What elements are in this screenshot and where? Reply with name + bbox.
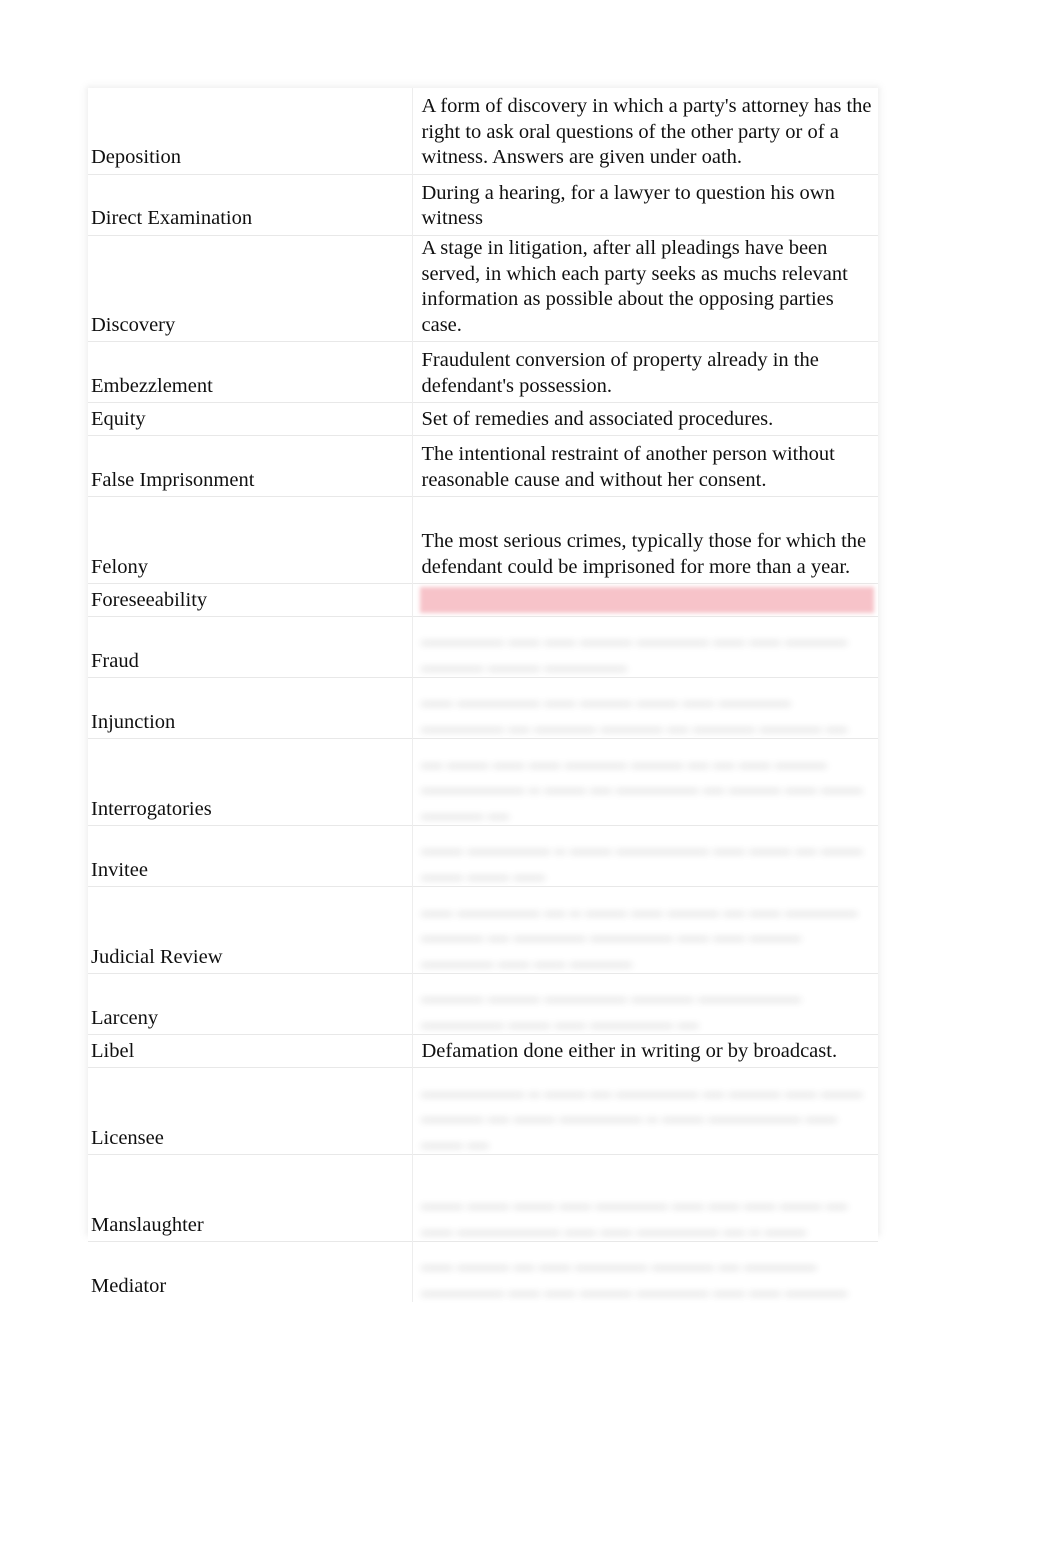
redacted-definition-text: ___ _____ __ ___ _______ ______ __ _____… [421,1249,847,1297]
definition-text: The most serious crimes, typically those… [421,530,867,578]
term-text: Libel [91,1039,135,1062]
term-cell: Deposition [88,88,413,175]
term-cell: Fraud [88,616,413,678]
definition-cell: ___ _____ __ ___ _______ ______ __ _____… [412,1241,878,1303]
term-cell: Direct Examination [88,174,413,236]
table-row: Invitee ____ ________ _ ____ _________ __… [88,825,878,887]
table-row: Equity Set of remedies and associated pro… [88,402,878,436]
table-row: Interrogatories __ ____ ___ ___ ______ __… [88,738,878,826]
table-row: False Imprisonment The intentional restra… [88,435,878,497]
table-row: Foreseeability [88,583,878,617]
table-row: Larceny ______ _____ ________ ______ ____… [88,973,878,1035]
term-text: Embezzlement [91,374,213,397]
term-cell: Judicial Review [88,886,413,974]
redacted-definition-text: ________ ___ ___ _____ _______ ___ ___ _… [421,624,847,672]
term-cell: Licensee [88,1067,413,1155]
term-text: Fraud [91,649,139,672]
table-row: Fraud ________ ___ ___ _____ _______ ___ … [88,616,878,678]
definition-cell: Set of remedies and associated procedure… [412,402,878,436]
term-text: Deposition [91,146,181,169]
term-text: Judicial Review [91,945,223,968]
highlight-band [419,587,874,614]
definition-cell: __ ____ ___ ___ ______ _____ __ __ ___ _… [412,738,878,826]
term-text: Licensee [91,1126,164,1149]
term-cell: Equity [88,402,413,436]
redacted-definition-text: ___ ________ __ _ ____ ___ _____ __ ___ … [421,894,858,968]
glossary-table: Deposition A form of discovery in which a… [88,88,878,1303]
definition-cell: ___ ________ __ _ ____ ___ _____ __ ___ … [412,886,878,974]
term-cell: Manslaughter [88,1154,413,1242]
term-cell: Felony [88,496,413,584]
table-row: Direct Examination During a hearing, for … [88,174,878,236]
redacted-definition-text: __ ____ ___ ___ ______ _____ __ __ ___ _… [421,746,863,820]
redacted-definition-text: __________ _ ____ __ ________ __ _____ _… [421,1075,863,1149]
definition-text: Defamation done either in writing or by … [421,1039,838,1062]
term-cell: Discovery [88,235,413,342]
definition-cell: ___ ________ ___ _____ ____ ___ _______ … [412,677,878,739]
definition-cell: ______ _____ ________ ______ __________ … [412,973,878,1035]
definition-cell: A form of discovery in which a party's a… [412,88,878,175]
table-row: Licensee __________ _ ____ __ ________ __… [88,1067,878,1155]
definition-cell: Defamation done either in writing or by … [412,1034,878,1068]
definition-text: A stage in litigation, after all pleadin… [421,237,848,336]
definition-cell: The most serious crimes, typically those… [412,496,878,584]
table-row: Embezzlement Fraudulent conversion of pro… [88,341,878,403]
term-cell: Larceny [88,973,413,1035]
term-cell: Interrogatories [88,738,413,826]
term-text: Direct Examination [91,207,253,230]
definition-text: The intentional restraint of another per… [421,443,835,491]
table-row: Deposition A form of discovery in which a… [88,88,878,175]
definition-cell: ________ ___ ___ _____ _______ ___ ___ _… [412,616,878,678]
term-text: Discovery [91,313,176,336]
term-text: Equity [91,407,146,430]
term-cell: False Imprisonment [88,435,413,497]
definition-cell [412,583,878,617]
table-row: Discovery A stage in litigation, after al… [88,235,878,342]
term-text: Mediator [91,1274,167,1297]
term-cell: Invitee [88,825,413,887]
term-cell: Libel [88,1034,413,1068]
table-row: Mediator ___ _____ __ ___ _______ ______ … [88,1241,878,1303]
term-cell: Foreseeability [88,583,413,617]
table-row: Injunction ___ ________ ___ _____ ____ __… [88,677,878,739]
term-cell: Embezzlement [88,341,413,403]
term-text: Injunction [91,710,176,733]
term-text: Manslaughter [91,1213,204,1236]
definition-cell: Fraudulent conversion of property alread… [412,341,878,403]
redacted-definition-text: ___ ________ ___ _____ ____ ___ _______ … [421,685,847,733]
definition-text: A form of discovery in which a party's a… [421,95,872,169]
redacted-definition-text: ____ ____ ____ ___ _______ ___ ___ ___ _… [421,1188,847,1236]
definition-cell: ____ ________ _ ____ _________ ___ ____ … [412,825,878,887]
term-text: False Imprisonment [91,468,255,491]
term-text: Interrogatories [91,797,212,820]
term-text: Invitee [91,858,148,881]
definition-cell: ____ ____ ____ ___ _______ ___ ___ ___ _… [412,1154,878,1242]
definition-text: Fraudulent conversion of property alread… [421,349,819,397]
term-cell: Injunction [88,677,413,739]
redacted-definition-text: ____ ________ _ ____ _________ ___ ____ … [421,833,863,881]
term-text: Foreseeability [91,588,208,611]
table-row: Judicial Review ___ ________ __ _ ____ __… [88,886,878,974]
definition-cell: The intentional restraint of another per… [412,435,878,497]
definition-text: Set of remedies and associated procedure… [421,407,774,430]
table-row: Manslaughter ____ ____ ____ ___ _______ _… [88,1154,878,1242]
term-cell: Mediator [88,1241,413,1303]
glossary-document-page: Deposition A form of discovery in which a… [88,88,878,1303]
definition-text: During a hearing, for a lawyer to questi… [421,181,835,230]
table-row: Felony The most serious crimes, typically… [88,496,878,584]
glossary-table-body: Deposition A form of discovery in which a… [88,88,878,1303]
term-text: Felony [91,555,148,578]
definition-cell: During a hearing, for a lawyer to questi… [412,174,878,236]
definition-cell: __________ _ ____ __ ________ __ _____ _… [412,1067,878,1155]
term-text: Larceny [91,1006,159,1029]
definition-cell: A stage in litigation, after all pleadin… [412,235,878,342]
redacted-definition-text: ______ _____ ________ ______ __________ … [421,981,801,1029]
table-row: Libel Defamation done either in writing o… [88,1034,878,1068]
